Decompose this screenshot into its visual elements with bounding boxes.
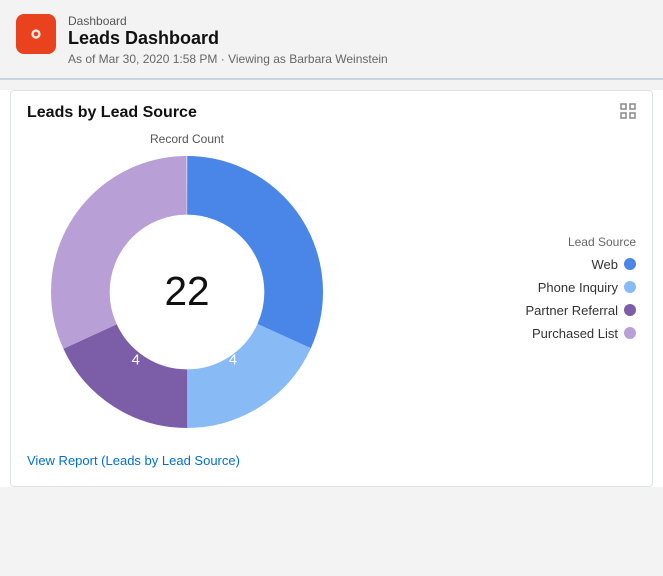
phone-label: 4 [229, 351, 237, 368]
web-label: 7 [249, 255, 257, 272]
record-count-label: Record Count [150, 132, 224, 146]
purchased-label: 7 [117, 257, 125, 274]
dashboard-meta: As of Mar 30, 2020 1:58 PM · Viewing as … [68, 52, 388, 66]
legend-title: Lead Source [367, 235, 636, 249]
legend-item-purchased: Purchased List [367, 326, 636, 341]
chart-legend: Lead Source Web Phone Inquiry Partner Re… [347, 235, 636, 349]
legend-label-phone: Phone Inquiry [538, 280, 618, 295]
partner-label: 4 [132, 351, 140, 368]
donut-total: 22 [164, 267, 209, 313]
chart-card-header: Leads by Lead Source [27, 103, 636, 124]
app-icon [16, 14, 56, 54]
dashboard-title: Leads Dashboard [68, 28, 388, 50]
legend-item-phone: Phone Inquiry [367, 280, 636, 295]
page-header: Dashboard Leads Dashboard As of Mar 30, … [0, 0, 663, 80]
legend-dot-partner [624, 304, 636, 316]
header-text: Dashboard Leads Dashboard As of Mar 30, … [68, 14, 388, 66]
legend-dot-phone [624, 281, 636, 293]
legend-dot-web [624, 258, 636, 270]
legend-item-web: Web [367, 257, 636, 272]
legend-label-web: Web [592, 257, 619, 272]
expand-icon[interactable] [620, 103, 636, 124]
legend-dot-purchased [624, 327, 636, 339]
legend-item-partner: Partner Referral [367, 303, 636, 318]
donut-chart: Record Count [27, 132, 347, 452]
dashboard-category: Dashboard [68, 14, 388, 28]
donut-svg: 22 7 4 4 7 [27, 132, 347, 452]
main-content: Leads by Lead Source Record Count [0, 90, 663, 487]
chart-area: Record Count [27, 132, 636, 452]
legend-label-purchased: Purchased List [532, 326, 618, 341]
view-report-link[interactable]: View Report (Leads by Lead Source) [27, 453, 240, 468]
chart-title: Leads by Lead Source [27, 104, 197, 122]
chart-card: Leads by Lead Source Record Count [10, 90, 653, 487]
legend-label-partner: Partner Referral [526, 303, 618, 318]
